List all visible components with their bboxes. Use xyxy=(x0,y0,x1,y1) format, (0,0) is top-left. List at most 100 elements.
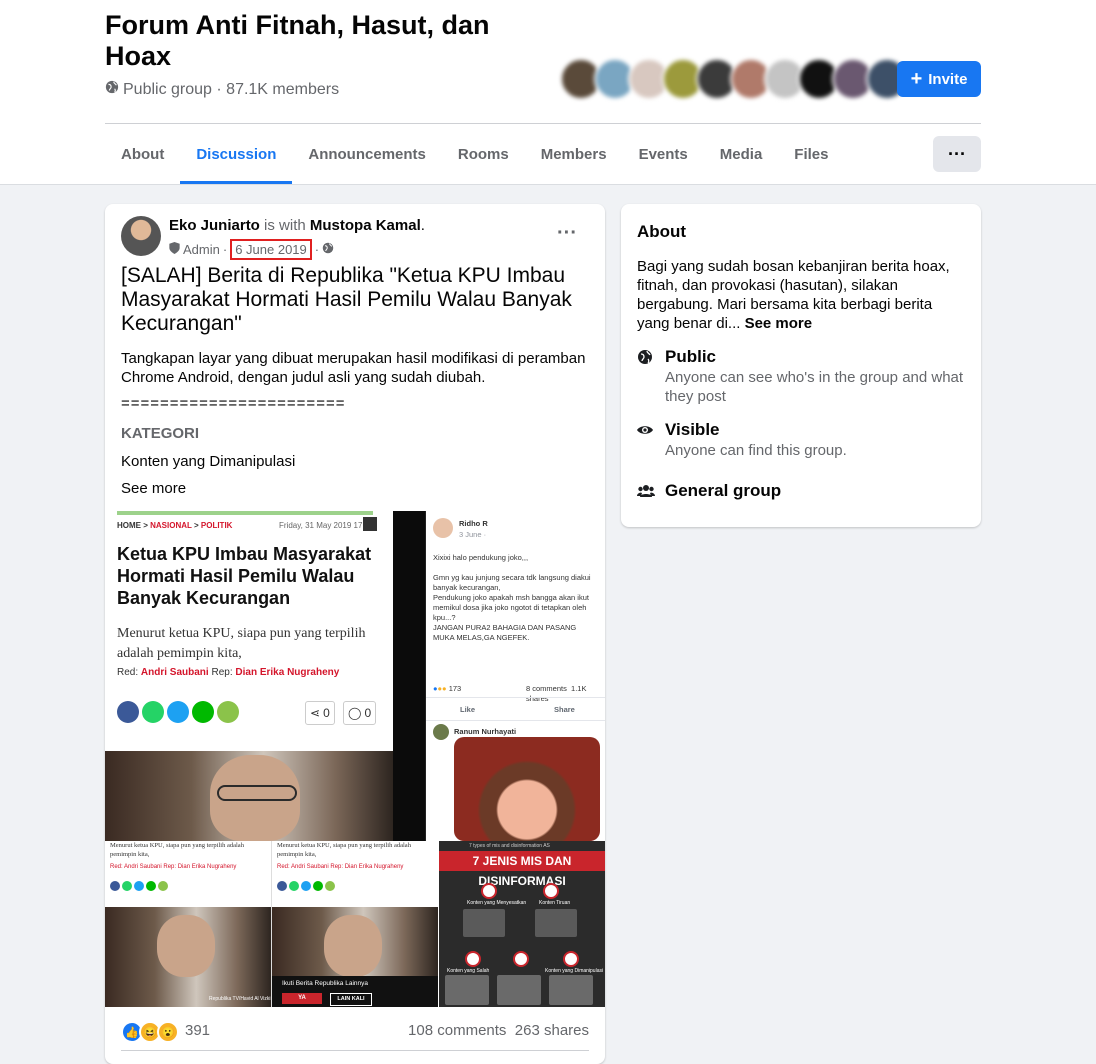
screenshot-line1: Xixixi halo pendukung joko,,, xyxy=(433,553,529,562)
post-options-icon[interactable]: ··· xyxy=(557,222,577,245)
screenshot-share: Share xyxy=(554,705,575,714)
thumb3-small: 7 types of mis and disinformation AS xyxy=(469,843,550,849)
shield-icon xyxy=(169,242,180,257)
screenshot-divider xyxy=(426,697,605,698)
wow-reaction-icon: 😮 xyxy=(157,1021,179,1043)
tab-events[interactable]: Events xyxy=(623,124,704,184)
article-photo xyxy=(105,751,393,841)
redaction-block xyxy=(363,517,377,531)
more-options-button[interactable]: ··· xyxy=(933,136,981,172)
article-headline: Ketua KPU Imbau Masyarakat Hormati Hasil… xyxy=(117,544,372,608)
post-image-article[interactable]: HOME > NASIONAL > POLITIK Friday, 31 May… xyxy=(105,511,393,841)
green-bar xyxy=(117,511,373,515)
public-title: Public xyxy=(665,347,717,366)
post-thumbnail-1[interactable]: Menurut ketua KPU, siapa pun yang terpil… xyxy=(105,841,272,1007)
thumb2-later-button: LAIN KALI xyxy=(330,993,372,1006)
post-action-divider xyxy=(121,1050,589,1051)
group-title[interactable]: Forum Anti Fitnah, Hasut, dan Hoax xyxy=(105,10,545,72)
general-group-title: General group xyxy=(665,481,782,500)
line-icon xyxy=(192,701,214,723)
category-value: Konten yang Dimanipulasi xyxy=(121,453,296,470)
invite-button[interactable]: + Invite xyxy=(897,61,981,97)
category-label: KATEGORI xyxy=(121,425,200,442)
thumb3-heading: 7 JENIS MIS DAN DISINFORMASI xyxy=(439,851,605,888)
visible-title: Visible xyxy=(665,420,720,439)
group-icon xyxy=(637,483,655,499)
cartoon-image xyxy=(454,737,600,841)
about-see-more-link[interactable]: See more xyxy=(745,315,813,332)
thumb3-icon xyxy=(465,951,481,967)
eye-icon xyxy=(637,422,653,438)
article-comment-count: ◯ 0 xyxy=(343,701,377,725)
share-icon: ⋖ xyxy=(310,706,321,720)
facebook-icon xyxy=(117,701,139,723)
group-header: Forum Anti Fitnah, Hasut, dan Hoax Publi… xyxy=(0,0,1096,185)
screenshot-line3: Pendukung joko apakah msh bangga akan ik… xyxy=(433,593,589,622)
post-date[interactable]: 6 June 2019 xyxy=(230,239,312,260)
plus-icon: + xyxy=(910,68,923,90)
post-author-line: Eko Juniarto is with Mustopa Kamal. xyxy=(169,217,425,234)
screenshot-like: Like xyxy=(460,705,476,714)
group-subtitle: Public group · 87.1K members xyxy=(105,80,339,99)
post-title: [SALAH] Berita di Republika "Ketua KPU I… xyxy=(121,264,572,335)
post-image-fb-screenshot[interactable]: Ridho R 3 June · Xixixi halo pendukung j… xyxy=(425,511,605,841)
thumb1-byline: Red: Andri Saubani Rep: Dian Erika Nugra… xyxy=(110,864,237,870)
author-avatar[interactable] xyxy=(121,216,161,256)
thumb3-icon xyxy=(513,951,529,967)
invite-label: Invite xyxy=(928,70,968,88)
group-privacy-members[interactable]: Public group · 87.1K members xyxy=(123,81,339,99)
thumb2-lede: Menurut ketua KPU, siapa pun yang terpil… xyxy=(277,842,411,858)
tab-rooms[interactable]: Rooms xyxy=(442,124,525,184)
comment-count[interactable]: 108 comments xyxy=(408,1022,506,1039)
about-description: Bagi yang sudah bosan kebanjiran berita … xyxy=(637,258,950,332)
tab-media[interactable]: Media xyxy=(704,124,779,184)
thumb1-credit: Republika TV/Havid Al Vizki xyxy=(209,996,271,1002)
thumb2-prompt-overlay: Ikuti Berita Republika Lainnya YA LAIN K… xyxy=(272,976,438,1007)
about-card: About Bagi yang sudah bosan kebanjiran b… xyxy=(621,204,981,527)
thumb3-icon xyxy=(563,951,579,967)
share-count[interactable]: 263 shares xyxy=(515,1022,589,1039)
thumb2-byline: Red: Andri Saubani Rep: Dian Erika Nugra… xyxy=(277,864,404,870)
thumb3-icon xyxy=(481,883,497,899)
article-date: Friday, 31 May 2019 17:2 xyxy=(279,521,370,530)
tab-about[interactable]: About xyxy=(105,124,180,184)
article-share-icons xyxy=(117,701,239,723)
link-icon xyxy=(217,701,239,723)
image-gap xyxy=(393,511,425,841)
tagged-name[interactable]: Mustopa Kamal xyxy=(310,217,421,234)
post-thumbnail-row: Menurut ketua KPU, siapa pun yang terpil… xyxy=(105,841,605,1007)
tab-announcements[interactable]: Announcements xyxy=(292,124,442,184)
about-heading: About xyxy=(637,222,687,241)
tab-discussion[interactable]: Discussion xyxy=(180,124,293,184)
thumb2-prompt: Ikuti Berita Republika Lainnya xyxy=(282,980,368,987)
screenshot-avatar xyxy=(433,518,453,538)
tab-files[interactable]: Files xyxy=(778,124,844,184)
article-lede: Menurut ketua KPU, siapa pun yang terpil… xyxy=(117,626,366,661)
see-more-link[interactable]: See more xyxy=(121,480,186,497)
thumb3-icon xyxy=(543,883,559,899)
post-stats: 👍 😆 😮 391 108 comments 263 shares xyxy=(121,1021,589,1043)
screenshot-line2: Gmn yg kau junjung secara tdk langsung d… xyxy=(433,573,591,592)
commenter-name: Ranum Nurhayati xyxy=(454,727,517,736)
globe-icon xyxy=(322,242,334,257)
author-role: Admin xyxy=(183,242,220,257)
more-dots-icon: ··· xyxy=(948,143,966,164)
author-name[interactable]: Eko Juniarto xyxy=(169,217,260,234)
commenter-avatar xyxy=(433,724,449,740)
thumb2-share-icons xyxy=(277,881,335,891)
thumb3-box2-label: Konten Tiruan xyxy=(539,900,571,906)
screenshot-date: 3 June · xyxy=(459,530,487,539)
screenshot-divider xyxy=(426,720,605,721)
member-avatars[interactable] xyxy=(560,58,908,100)
post-thumbnail-3[interactable]: 7 types of mis and disinformation AS 7 J… xyxy=(439,841,605,1007)
post-thumbnail-2[interactable]: Menurut ketua KPU, siapa pun yang terpil… xyxy=(272,841,438,1007)
group-tabs: About Discussion Announcements Rooms Mem… xyxy=(105,124,844,184)
post-meta: Admin · 6 June 2019 · xyxy=(169,239,334,260)
post-separator: ======================= xyxy=(121,395,346,412)
post-card: Eko Juniarto is with Mustopa Kamal. Admi… xyxy=(105,204,605,1064)
tab-members[interactable]: Members xyxy=(525,124,623,184)
reaction-icons[interactable]: 👍 😆 😮 xyxy=(121,1021,179,1043)
reaction-count[interactable]: 391 xyxy=(185,1022,210,1039)
thumb1-lede: Menurut ketua KPU, siapa pun yang terpil… xyxy=(110,842,244,858)
photo-glasses xyxy=(217,785,297,801)
